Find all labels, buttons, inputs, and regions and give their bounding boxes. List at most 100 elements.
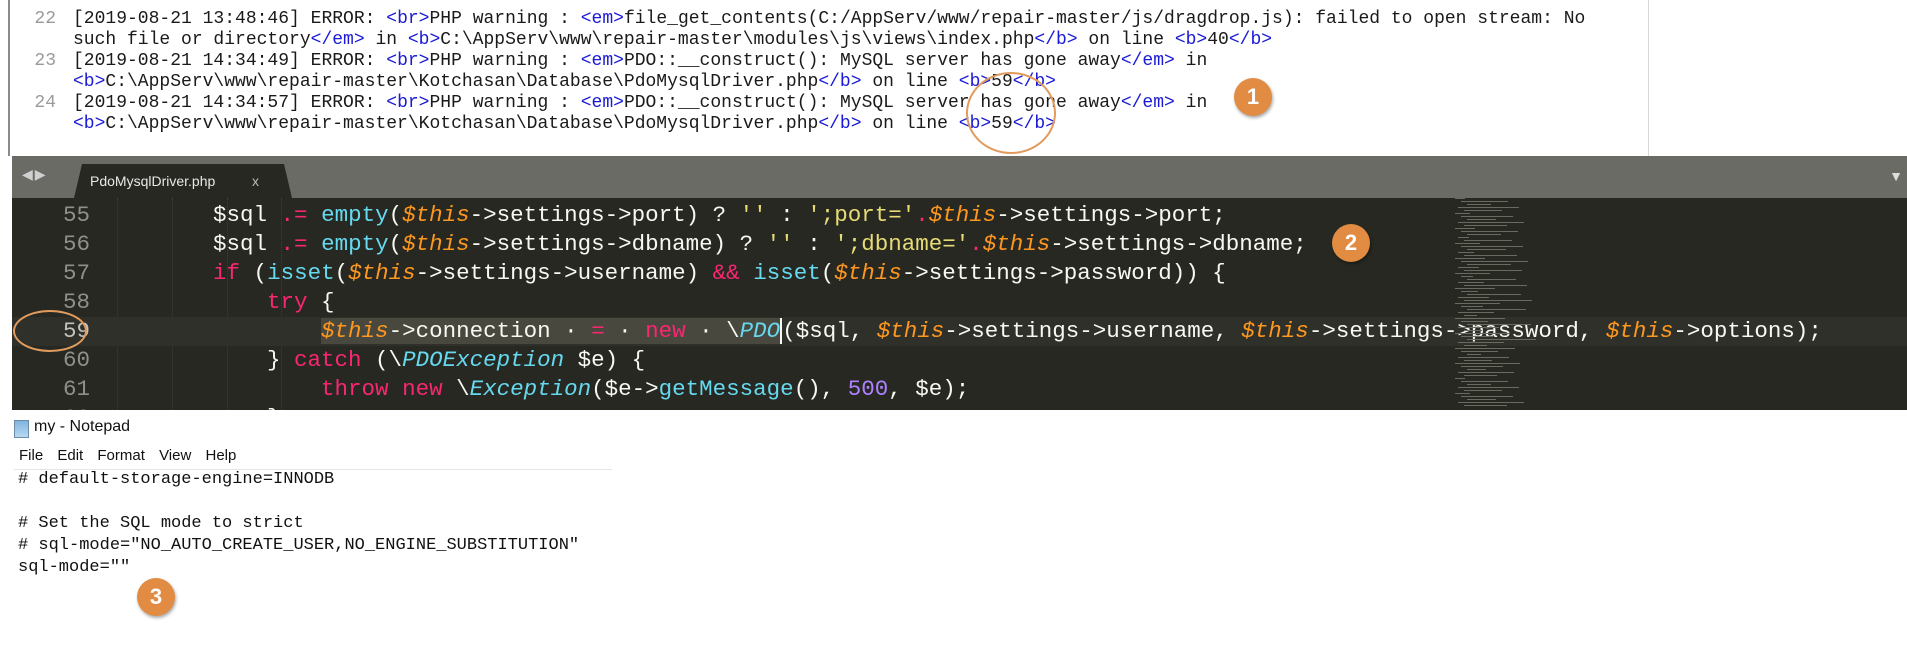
- minimap-line: [1464, 240, 1512, 241]
- code-token: :: [766, 202, 808, 228]
- code-token: $this: [928, 202, 997, 228]
- log-text: PDO::__construct(): MySQL server has gon…: [623, 51, 1121, 71]
- tab-close-icon[interactable]: x: [252, 173, 259, 189]
- code-token: isset: [753, 260, 821, 286]
- minimap-line: [1464, 300, 1532, 301]
- minimap-line: [1455, 288, 1495, 289]
- minimap-line: [1458, 357, 1509, 358]
- minimap-line: [1461, 336, 1493, 337]
- minimap-line: [1467, 279, 1516, 280]
- code-token: $this: [982, 231, 1051, 257]
- code-text: $sql .= empty($this->settings->dbname) ?…: [105, 230, 1307, 259]
- minimap-line: [1464, 255, 1517, 256]
- minimap-line: [1464, 330, 1482, 331]
- code-token: throw: [321, 376, 389, 402]
- code-line[interactable]: 58 try {: [12, 288, 1907, 317]
- log-line: <b>C:\AppServ\www\repair-master\Kotchasa…: [0, 72, 1056, 93]
- minimap-line: [1455, 198, 1465, 199]
- code-text: } catch (\PDOException $e) {: [105, 346, 645, 375]
- code-line[interactable]: 55 $sql .= empty($this->settings->port) …: [12, 201, 1907, 230]
- minimap-line: [1464, 405, 1507, 406]
- code-token: =: [591, 318, 605, 344]
- log-text: on line: [1077, 30, 1175, 50]
- minimap-line: [1467, 369, 1486, 370]
- code-line[interactable]: 56 $sql .= empty($this->settings->dbname…: [12, 230, 1907, 259]
- code-token: $sql: [105, 231, 281, 257]
- menu-file[interactable]: File: [19, 447, 43, 464]
- annotation-badge-2: 2: [1332, 224, 1370, 262]
- notepad-text-line[interactable]: # Set the SQL mode to strict: [18, 513, 304, 535]
- tab-pdomysqldriver[interactable]: PdoMysqlDriver.php x: [74, 164, 292, 198]
- code-token: $this: [321, 318, 389, 344]
- notepad-text-line[interactable]: # default-storage-engine=INNODB: [18, 469, 334, 491]
- html-tag-text: <b>: [1174, 30, 1208, 50]
- gutter-line-number[interactable]: 57: [12, 259, 90, 288]
- code-line[interactable]: 59 $this->connection · = · new · \PDO($s…: [12, 317, 1907, 346]
- gutter-line-number[interactable]: 56: [12, 230, 90, 259]
- log-text: [2019-08-21 14:34:57] ERROR:: [73, 93, 387, 113]
- log-line: 22 [2019-08-21 13:48:46] ERROR: <br>PHP w…: [0, 9, 1585, 30]
- html-tag-text: </b>: [1228, 30, 1273, 50]
- html-tag-text: <b>: [73, 114, 106, 134]
- minimap-line: [1458, 327, 1499, 328]
- log-text: C:\AppServ\www\repair-master\modules\js\…: [440, 30, 1035, 50]
- minimap-line: [1467, 264, 1511, 265]
- minimap-line: [1464, 360, 1492, 361]
- minimap-line: [1467, 384, 1491, 385]
- minimap-line: [1467, 249, 1506, 250]
- code-token: &&: [712, 260, 740, 286]
- minimap-line: [1455, 393, 1470, 394]
- code-editor[interactable]: 55 $sql .= empty($this->settings->port) …: [12, 198, 1907, 410]
- menu-help[interactable]: Help: [205, 447, 236, 464]
- minimap[interactable]: [1455, 198, 1595, 410]
- minimap-line: [1467, 294, 1521, 295]
- editor-tab-bar: ◀▶ PdoMysqlDriver.php x ▼: [12, 156, 1907, 198]
- code-token: $this: [876, 318, 945, 344]
- code-token: isset: [267, 260, 335, 286]
- html-tag-text: <em>: [580, 51, 624, 71]
- minimap-line: [1455, 348, 1515, 349]
- minimap-line: [1461, 306, 1483, 307]
- log-text: PHP warning :: [429, 51, 581, 71]
- tab-nav-arrows-icon[interactable]: ◀▶: [22, 166, 48, 183]
- menu-format[interactable]: Format: [97, 447, 145, 464]
- tab-dropdown-icon[interactable]: ▼: [1889, 168, 1903, 184]
- log-text: in: [1174, 93, 1208, 113]
- annotation-badge-1: 1: [1234, 78, 1272, 116]
- minimap-line: [1464, 345, 1487, 346]
- code-token: ->settings->dbname) ?: [469, 231, 767, 257]
- code-token: $sql: [105, 202, 281, 228]
- code-line[interactable]: 61 throw new \Exception($e->getMessage()…: [12, 375, 1907, 404]
- notepad-window: my - Notepad File Edit Format View Help …: [0, 410, 1907, 650]
- code-line[interactable]: 57 if (isset($this->settings->username) …: [12, 259, 1907, 288]
- notepad-icon: [14, 420, 29, 438]
- code-token: ->settings->username): [415, 260, 713, 286]
- code-token: (: [388, 231, 403, 257]
- log-text: in: [364, 30, 408, 50]
- notepad-text-line[interactable]: # sql-mode="NO_AUTO_CREATE_USER,NO_ENGIN…: [18, 535, 579, 557]
- menu-edit[interactable]: Edit: [57, 447, 83, 464]
- code-line[interactable]: 60 } catch (\PDOException $e) {: [12, 346, 1907, 375]
- minimap-line: [1464, 315, 1477, 316]
- notepad-text-line[interactable]: sql-mode="": [18, 557, 130, 579]
- html-tag-text: <b>: [407, 30, 441, 50]
- gutter-line-number[interactable]: 55: [12, 201, 90, 230]
- code-token: $this: [402, 202, 470, 228]
- minimap-line: [1458, 237, 1469, 238]
- minimap-line: [1455, 318, 1505, 319]
- code-token: try: [267, 289, 308, 315]
- html-tag-text: <b>: [73, 72, 106, 92]
- code-token: }: [105, 347, 295, 373]
- code-text: throw new \Exception($e->getMessage(), 5…: [105, 375, 969, 404]
- gutter-line-number[interactable]: 61: [12, 375, 90, 404]
- minimap-line: [1464, 225, 1507, 226]
- code-token: ·: [604, 318, 646, 344]
- menu-view[interactable]: View: [159, 447, 191, 464]
- code-token: ->settings->password)) {: [901, 260, 1226, 286]
- minimap-line: [1455, 333, 1510, 334]
- code-token: ';port=': [807, 202, 916, 228]
- minimap-line: [1464, 285, 1527, 286]
